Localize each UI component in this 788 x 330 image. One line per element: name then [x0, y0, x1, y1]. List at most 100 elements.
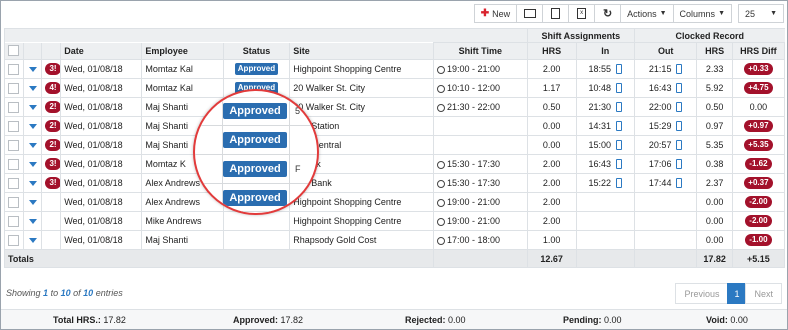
table-row[interactable]: 2!Wed, 01/08/18Maj Shantiown Central0.00… — [4, 135, 786, 155]
alert-count-badge[interactable]: 3! — [45, 158, 60, 170]
hrs-cell: 0.50 — [526, 97, 577, 117]
clock-icon — [436, 160, 445, 169]
expand-caret-icon[interactable] — [28, 105, 37, 111]
table-row[interactable]: Wed, 01/08/18 Alex Andrews Highpoint Shopp… — [4, 192, 786, 212]
row-checkbox[interactable] — [8, 63, 20, 75]
clock-out-cell — [633, 211, 698, 231]
columns-dropdown[interactable]: Columns ▼ — [672, 4, 732, 23]
col-out[interactable]: Out — [633, 42, 698, 60]
clock-icon — [436, 217, 445, 226]
col-site-label: Site — [293, 45, 310, 56]
summary-void-value: 0.00 — [730, 315, 748, 325]
clock-in-cell — [575, 230, 635, 250]
row-expand-cell — [22, 211, 43, 231]
summary-approved-value: 17.82 — [280, 315, 304, 325]
expand-caret-icon[interactable] — [28, 143, 37, 149]
clock-out-value: 20:57 — [648, 139, 672, 150]
expand-caret-icon[interactable] — [28, 181, 37, 187]
col-shift-time[interactable]: Shift Time — [432, 42, 528, 60]
expand-caret-icon[interactable] — [28, 124, 37, 130]
row-checkbox[interactable] — [8, 158, 20, 170]
row-count-cell: 2! — [41, 116, 62, 136]
shift-time-value: 21:30 - 22:00 — [446, 102, 501, 112]
clock-in-cell: 21:30 — [575, 97, 635, 117]
row-checkbox[interactable] — [8, 177, 20, 189]
expand-caret-icon[interactable] — [28, 162, 37, 168]
summary-rejected-value: 0.00 — [448, 315, 466, 325]
hrs-diff-cell: 0.00 — [731, 97, 786, 117]
email-button[interactable] — [516, 4, 544, 23]
col-date[interactable]: Date — [60, 42, 143, 60]
col-hrs-diff[interactable]: HRS Diff — [731, 42, 786, 60]
row-checkbox[interactable] — [8, 196, 20, 208]
clock-in-cell: 15:22 — [575, 173, 635, 193]
refresh-icon: ↻ — [602, 8, 613, 20]
row-select-cell — [4, 173, 24, 193]
col-in[interactable]: In — [575, 42, 635, 60]
date-cell: Wed, 01/08/18 — [60, 78, 143, 98]
date-cell: Wed, 01/08/18 — [60, 154, 143, 174]
alert-count-badge[interactable]: 4! — [45, 82, 60, 94]
table-row[interactable]: 4! Wed, 01/08/18 Momtaz Kal Approved 20 Walk… — [4, 78, 786, 98]
expand-caret-icon[interactable] — [28, 67, 37, 73]
row-checkbox[interactable] — [8, 234, 20, 246]
refresh-button[interactable]: ↻ — [594, 4, 622, 23]
clock-out-cell: 22:00 — [633, 97, 698, 117]
previous-page-button[interactable]: Previous — [675, 283, 729, 304]
alert-count-badge[interactable]: 2! — [45, 101, 60, 113]
col-status[interactable]: Status — [222, 42, 291, 60]
col-employee[interactable]: Employee — [141, 42, 224, 60]
alert-count-badge[interactable]: 2! — [45, 139, 60, 151]
clock-in-cell: 18:55 — [575, 59, 635, 79]
row-checkbox[interactable] — [8, 82, 20, 94]
mobile-phone-icon — [676, 121, 683, 132]
clock-out-value: 17:06 — [648, 158, 672, 169]
expand-caret-icon[interactable] — [28, 86, 37, 92]
clock-out-cell: 21:15 — [633, 59, 698, 79]
hrs-cell: 2.00 — [526, 59, 577, 79]
alert-count-badge[interactable]: 3! — [45, 177, 60, 189]
magnified-status-badge: Approved — [223, 190, 287, 206]
table-row[interactable]: 3! Wed, 01/08/18 Momtaz Kal Approved Highpoi… — [4, 59, 786, 79]
row-checkbox[interactable] — [8, 215, 20, 227]
table-row[interactable]: 2! Wed, 01/08/18 Maj Shanti 20 Walker St. C… — [4, 97, 786, 117]
table-row[interactable]: 3! Wed, 01/08/18 Alex Andrews City Bank 15:3… — [4, 173, 786, 193]
clock-in-cell: 16:43 — [575, 154, 635, 174]
clock-out-value: 16:43 — [648, 82, 672, 93]
page-size-select[interactable]: 25 ▼ — [738, 4, 784, 23]
select-all-checkbox[interactable] — [8, 45, 20, 57]
actions-dropdown[interactable]: Actions ▼ — [620, 4, 674, 23]
col-hrs[interactable]: HRS — [526, 42, 577, 60]
date-cell: Wed, 01/08/18 — [60, 97, 143, 117]
expand-caret-icon[interactable] — [28, 238, 37, 244]
expand-caret-icon[interactable] — [28, 200, 37, 206]
alert-count-badge[interactable]: 3! — [45, 63, 60, 75]
showing-prefix: Showing — [6, 288, 41, 298]
next-page-button[interactable]: Next — [745, 283, 782, 304]
row-select-cell — [4, 59, 24, 79]
row-checkbox[interactable] — [8, 120, 20, 132]
row-checkbox[interactable] — [8, 139, 20, 151]
col-clocked-hrs[interactable]: HRS — [696, 42, 733, 60]
status-cell: Approved — [222, 59, 291, 79]
table-row[interactable]: Wed, 01/08/18 Mike Andrews Highpoint Shopp… — [4, 211, 786, 231]
excel-button[interactable]: x — [568, 4, 596, 23]
showing-to-word: to — [50, 288, 59, 298]
hrs-diff-badge: -2.00 — [745, 196, 772, 208]
pdf-button[interactable] — [542, 4, 570, 23]
hrs-diff-badge: +0.37 — [744, 177, 773, 189]
hrs-diff-cell: +0.37 — [731, 173, 786, 193]
page-1-button[interactable]: 1 — [727, 283, 747, 304]
alert-count-badge[interactable]: 2! — [45, 120, 60, 132]
table-row[interactable]: 2! Wed, 01/08/18 Maj Shanti nter Station 0.0… — [4, 116, 786, 136]
new-button[interactable]: ✚ New — [473, 4, 518, 23]
clock-out-cell: 15:29 — [633, 116, 698, 136]
col-site[interactable]: Site — [289, 42, 434, 60]
clock-out-cell: 20:57 — [633, 135, 698, 155]
expand-caret-icon[interactable] — [28, 219, 37, 225]
row-checkbox[interactable] — [8, 101, 20, 113]
table-row[interactable]: Wed, 01/08/18 Maj Shanti Rhapsody Gold Cos… — [4, 230, 786, 250]
totals-clocked-hrs: 17.82 — [696, 249, 733, 268]
hrs-diff-cell: +4.75 — [731, 78, 786, 98]
table-row[interactable]: 3!Wed, 01/08/18Momtaz Ky Bank15:30 - 17:… — [4, 154, 786, 174]
